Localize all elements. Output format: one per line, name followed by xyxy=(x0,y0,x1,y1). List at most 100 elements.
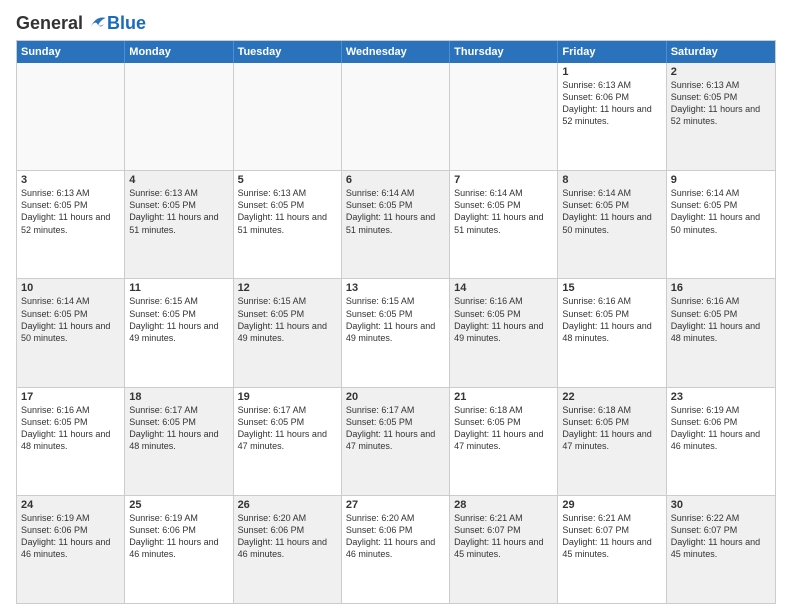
day-info: Sunrise: 6:19 AMSunset: 6:06 PMDaylight:… xyxy=(671,404,771,453)
day-info: Sunrise: 6:16 AMSunset: 6:05 PMDaylight:… xyxy=(671,295,771,344)
day-info: Sunrise: 6:22 AMSunset: 6:07 PMDaylight:… xyxy=(671,512,771,561)
calendar: SundayMondayTuesdayWednesdayThursdayFrid… xyxy=(16,40,776,604)
day-number: 17 xyxy=(21,391,120,403)
day-info: Sunrise: 6:15 AMSunset: 6:05 PMDaylight:… xyxy=(346,295,445,344)
day-info: Sunrise: 6:17 AMSunset: 6:05 PMDaylight:… xyxy=(129,404,228,453)
day-cell-20: 20Sunrise: 6:17 AMSunset: 6:05 PMDayligh… xyxy=(342,388,450,495)
day-number: 2 xyxy=(671,66,771,78)
day-info: Sunrise: 6:20 AMSunset: 6:06 PMDaylight:… xyxy=(238,512,337,561)
day-number: 11 xyxy=(129,282,228,294)
empty-cell xyxy=(17,63,125,170)
day-info: Sunrise: 6:18 AMSunset: 6:05 PMDaylight:… xyxy=(454,404,553,453)
logo: General Blue xyxy=(16,12,146,34)
day-info: Sunrise: 6:14 AMSunset: 6:05 PMDaylight:… xyxy=(454,187,553,236)
day-cell-11: 11Sunrise: 6:15 AMSunset: 6:05 PMDayligh… xyxy=(125,279,233,386)
day-info: Sunrise: 6:18 AMSunset: 6:05 PMDaylight:… xyxy=(562,404,661,453)
day-number: 24 xyxy=(21,499,120,511)
day-cell-5: 5Sunrise: 6:13 AMSunset: 6:05 PMDaylight… xyxy=(234,171,342,278)
day-number: 28 xyxy=(454,499,553,511)
day-number: 9 xyxy=(671,174,771,186)
calendar-header: SundayMondayTuesdayWednesdayThursdayFrid… xyxy=(17,41,775,63)
day-number: 16 xyxy=(671,282,771,294)
day-info: Sunrise: 6:13 AMSunset: 6:05 PMDaylight:… xyxy=(671,79,771,128)
day-info: Sunrise: 6:14 AMSunset: 6:05 PMDaylight:… xyxy=(346,187,445,236)
day-cell-16: 16Sunrise: 6:16 AMSunset: 6:05 PMDayligh… xyxy=(667,279,775,386)
day-info: Sunrise: 6:20 AMSunset: 6:06 PMDaylight:… xyxy=(346,512,445,561)
day-number: 19 xyxy=(238,391,337,403)
empty-cell xyxy=(125,63,233,170)
day-cell-27: 27Sunrise: 6:20 AMSunset: 6:06 PMDayligh… xyxy=(342,496,450,603)
day-number: 5 xyxy=(238,174,337,186)
day-info: Sunrise: 6:14 AMSunset: 6:05 PMDaylight:… xyxy=(562,187,661,236)
day-number: 12 xyxy=(238,282,337,294)
day-cell-10: 10Sunrise: 6:14 AMSunset: 6:05 PMDayligh… xyxy=(17,279,125,386)
day-number: 15 xyxy=(562,282,661,294)
day-cell-21: 21Sunrise: 6:18 AMSunset: 6:05 PMDayligh… xyxy=(450,388,558,495)
day-info: Sunrise: 6:19 AMSunset: 6:06 PMDaylight:… xyxy=(21,512,120,561)
day-info: Sunrise: 6:14 AMSunset: 6:05 PMDaylight:… xyxy=(21,295,120,344)
day-cell-13: 13Sunrise: 6:15 AMSunset: 6:05 PMDayligh… xyxy=(342,279,450,386)
calendar-header-friday: Friday xyxy=(558,41,666,63)
calendar-header-thursday: Thursday xyxy=(450,41,558,63)
day-cell-1: 1Sunrise: 6:13 AMSunset: 6:06 PMDaylight… xyxy=(558,63,666,170)
logo-bird-icon xyxy=(85,12,107,34)
day-cell-18: 18Sunrise: 6:17 AMSunset: 6:05 PMDayligh… xyxy=(125,388,233,495)
day-number: 3 xyxy=(21,174,120,186)
calendar-row-1: 3Sunrise: 6:13 AMSunset: 6:05 PMDaylight… xyxy=(17,170,775,278)
day-info: Sunrise: 6:16 AMSunset: 6:05 PMDaylight:… xyxy=(454,295,553,344)
day-number: 8 xyxy=(562,174,661,186)
day-cell-6: 6Sunrise: 6:14 AMSunset: 6:05 PMDaylight… xyxy=(342,171,450,278)
day-number: 10 xyxy=(21,282,120,294)
day-cell-28: 28Sunrise: 6:21 AMSunset: 6:07 PMDayligh… xyxy=(450,496,558,603)
day-info: Sunrise: 6:21 AMSunset: 6:07 PMDaylight:… xyxy=(562,512,661,561)
day-cell-9: 9Sunrise: 6:14 AMSunset: 6:05 PMDaylight… xyxy=(667,171,775,278)
calendar-header-saturday: Saturday xyxy=(667,41,775,63)
day-cell-24: 24Sunrise: 6:19 AMSunset: 6:06 PMDayligh… xyxy=(17,496,125,603)
calendar-header-wednesday: Wednesday xyxy=(342,41,450,63)
day-info: Sunrise: 6:13 AMSunset: 6:05 PMDaylight:… xyxy=(21,187,120,236)
day-cell-14: 14Sunrise: 6:16 AMSunset: 6:05 PMDayligh… xyxy=(450,279,558,386)
day-number: 13 xyxy=(346,282,445,294)
logo-general-text: General xyxy=(16,13,83,34)
day-cell-2: 2Sunrise: 6:13 AMSunset: 6:05 PMDaylight… xyxy=(667,63,775,170)
header: General Blue xyxy=(16,12,776,34)
day-cell-15: 15Sunrise: 6:16 AMSunset: 6:05 PMDayligh… xyxy=(558,279,666,386)
day-info: Sunrise: 6:13 AMSunset: 6:06 PMDaylight:… xyxy=(562,79,661,128)
day-number: 21 xyxy=(454,391,553,403)
calendar-row-3: 17Sunrise: 6:16 AMSunset: 6:05 PMDayligh… xyxy=(17,387,775,495)
day-number: 25 xyxy=(129,499,228,511)
day-cell-7: 7Sunrise: 6:14 AMSunset: 6:05 PMDaylight… xyxy=(450,171,558,278)
day-cell-22: 22Sunrise: 6:18 AMSunset: 6:05 PMDayligh… xyxy=(558,388,666,495)
day-cell-8: 8Sunrise: 6:14 AMSunset: 6:05 PMDaylight… xyxy=(558,171,666,278)
calendar-row-4: 24Sunrise: 6:19 AMSunset: 6:06 PMDayligh… xyxy=(17,495,775,603)
day-number: 1 xyxy=(562,66,661,78)
day-cell-17: 17Sunrise: 6:16 AMSunset: 6:05 PMDayligh… xyxy=(17,388,125,495)
day-number: 29 xyxy=(562,499,661,511)
empty-cell xyxy=(342,63,450,170)
day-cell-26: 26Sunrise: 6:20 AMSunset: 6:06 PMDayligh… xyxy=(234,496,342,603)
day-info: Sunrise: 6:13 AMSunset: 6:05 PMDaylight:… xyxy=(238,187,337,236)
day-cell-19: 19Sunrise: 6:17 AMSunset: 6:05 PMDayligh… xyxy=(234,388,342,495)
day-cell-30: 30Sunrise: 6:22 AMSunset: 6:07 PMDayligh… xyxy=(667,496,775,603)
day-cell-4: 4Sunrise: 6:13 AMSunset: 6:05 PMDaylight… xyxy=(125,171,233,278)
day-cell-3: 3Sunrise: 6:13 AMSunset: 6:05 PMDaylight… xyxy=(17,171,125,278)
day-info: Sunrise: 6:16 AMSunset: 6:05 PMDaylight:… xyxy=(562,295,661,344)
empty-cell xyxy=(234,63,342,170)
day-number: 30 xyxy=(671,499,771,511)
calendar-body: 1Sunrise: 6:13 AMSunset: 6:06 PMDaylight… xyxy=(17,63,775,603)
day-cell-25: 25Sunrise: 6:19 AMSunset: 6:06 PMDayligh… xyxy=(125,496,233,603)
day-cell-23: 23Sunrise: 6:19 AMSunset: 6:06 PMDayligh… xyxy=(667,388,775,495)
day-number: 26 xyxy=(238,499,337,511)
day-number: 23 xyxy=(671,391,771,403)
calendar-row-0: 1Sunrise: 6:13 AMSunset: 6:06 PMDaylight… xyxy=(17,63,775,170)
day-info: Sunrise: 6:17 AMSunset: 6:05 PMDaylight:… xyxy=(346,404,445,453)
day-info: Sunrise: 6:17 AMSunset: 6:05 PMDaylight:… xyxy=(238,404,337,453)
calendar-header-sunday: Sunday xyxy=(17,41,125,63)
page: General Blue SundayMondayTuesdayWednesda… xyxy=(0,0,792,612)
day-cell-29: 29Sunrise: 6:21 AMSunset: 6:07 PMDayligh… xyxy=(558,496,666,603)
day-info: Sunrise: 6:15 AMSunset: 6:05 PMDaylight:… xyxy=(129,295,228,344)
day-number: 20 xyxy=(346,391,445,403)
day-info: Sunrise: 6:16 AMSunset: 6:05 PMDaylight:… xyxy=(21,404,120,453)
day-number: 7 xyxy=(454,174,553,186)
day-info: Sunrise: 6:21 AMSunset: 6:07 PMDaylight:… xyxy=(454,512,553,561)
